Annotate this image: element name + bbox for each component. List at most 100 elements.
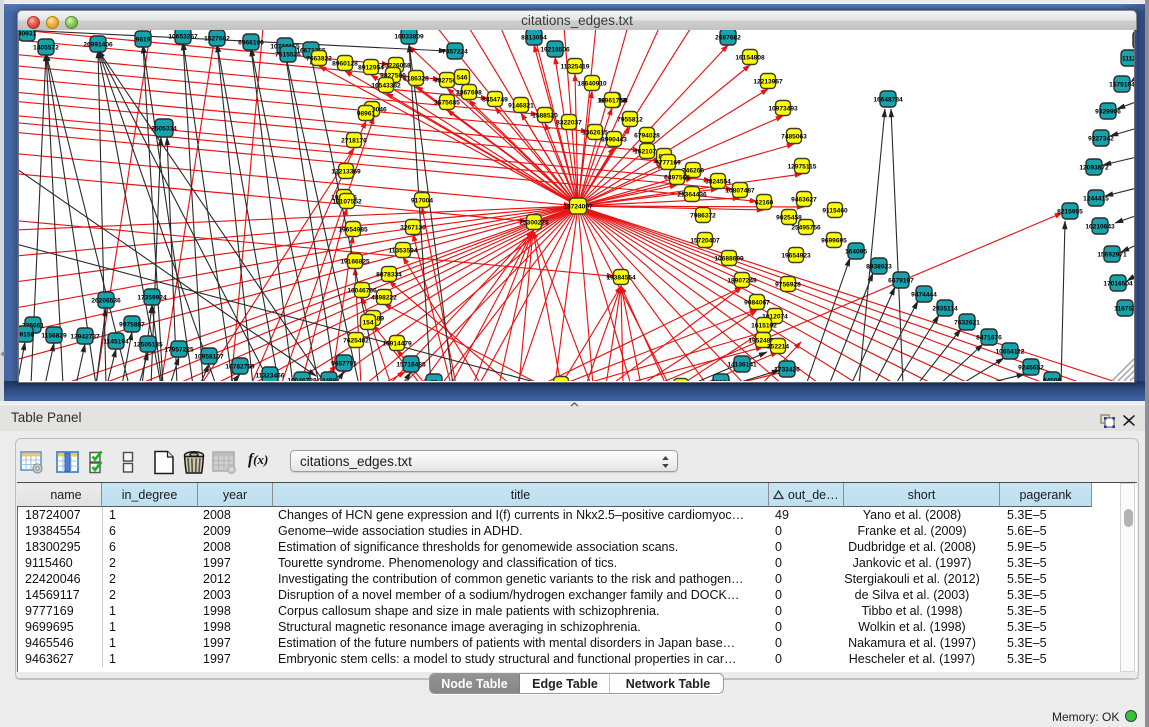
svg-text:8878334: 8878334 (376, 271, 402, 278)
svg-text:9245652: 9245652 (1018, 364, 1044, 371)
svg-text:9756928: 9756928 (775, 281, 801, 288)
svg-text:12213369: 12213369 (331, 168, 361, 175)
svg-text:26991406: 26991406 (83, 41, 113, 48)
svg-text:12505135: 12505135 (133, 341, 163, 348)
svg-text:8322037: 8322037 (556, 119, 582, 126)
svg-text:116753: 116753 (1114, 305, 1135, 312)
svg-text:8215955: 8215955 (1057, 208, 1083, 215)
svg-text:15716485: 15716485 (396, 361, 426, 368)
svg-text:9463627: 9463627 (791, 196, 817, 203)
svg-text:1527602: 1527602 (204, 35, 230, 42)
svg-text:12213967: 12213967 (753, 78, 783, 85)
svg-text:9025458: 9025458 (776, 214, 802, 221)
svg-text:16543382: 16543382 (371, 82, 401, 89)
svg-text:9227342: 9227342 (1088, 135, 1114, 142)
svg-text:154: 154 (362, 319, 373, 326)
svg-text:8186328: 8186328 (403, 75, 429, 82)
svg-text:6966160: 6966160 (238, 39, 264, 46)
svg-text:9329906: 9329906 (1095, 108, 1121, 115)
svg-text:10046738: 10046738 (287, 377, 317, 381)
svg-text:19166825: 19166825 (340, 258, 370, 265)
svg-text:26206536: 26206536 (91, 297, 121, 304)
svg-text:9474444: 9474444 (911, 291, 937, 298)
svg-text:98961: 98961 (357, 110, 376, 117)
svg-text:95154: 95154 (712, 379, 731, 381)
svg-text:917004: 917004 (411, 197, 433, 204)
svg-text:11323466: 11323466 (256, 372, 285, 379)
svg-text:25300275: 25300275 (519, 219, 549, 226)
svg-text:12942737: 12942737 (70, 333, 100, 340)
svg-text:2718176: 2718176 (341, 137, 367, 144)
svg-text:16782759: 16782759 (225, 363, 255, 370)
svg-text:19218506: 19218506 (540, 46, 570, 53)
svg-text:1588520: 1588520 (532, 112, 558, 119)
svg-text:1733426: 1733426 (774, 366, 800, 373)
svg-text:11325419: 11325419 (561, 63, 590, 70)
svg-text:12093872: 12093872 (1079, 164, 1109, 171)
svg-text:546: 546 (456, 74, 467, 81)
svg-text:17359924: 17359924 (137, 294, 167, 301)
svg-text:80931: 80931 (19, 30, 36, 37)
svg-text:8990443: 8990443 (601, 136, 627, 143)
svg-text:10046766: 10046766 (347, 287, 377, 294)
svg-text:3267130: 3267130 (400, 224, 426, 231)
svg-text:8960128: 8960128 (332, 60, 358, 67)
svg-text:7357224: 7357224 (442, 48, 468, 55)
svg-text:25495756: 25495756 (791, 224, 821, 231)
svg-text:7986372: 7986372 (690, 212, 716, 219)
svg-text:3575685: 3575685 (434, 99, 460, 106)
svg-text:1244415: 1244415 (1083, 195, 1109, 202)
svg-text:16961758: 16961758 (597, 97, 627, 104)
svg-text:15692971: 15692971 (1097, 251, 1127, 258)
svg-text:18724007: 18724007 (563, 203, 593, 210)
svg-text:7515526: 7515526 (275, 51, 301, 58)
svg-text:85: 85 (430, 379, 438, 381)
svg-text:21364436: 21364436 (677, 191, 707, 198)
svg-text:16107552: 16107552 (332, 198, 362, 205)
svg-text:16210643: 16210643 (1085, 223, 1115, 230)
svg-text:164095: 164095 (845, 248, 867, 255)
svg-text:19384554: 19384554 (606, 274, 636, 281)
svg-text:6794028: 6794028 (634, 132, 660, 139)
svg-text:2867608: 2867608 (456, 89, 482, 96)
svg-text:10653267: 10653267 (168, 33, 198, 40)
svg-text:18640910: 18640910 (577, 80, 607, 87)
svg-text:10654112: 10654112 (996, 348, 1025, 355)
svg-text:8471676: 8471676 (976, 334, 1002, 341)
svg-text:1145194: 1145194 (103, 338, 129, 345)
svg-text:8912954: 8912954 (358, 64, 384, 71)
svg-text:11353594: 11353594 (389, 247, 418, 254)
svg-text:6497568: 6497568 (664, 174, 690, 181)
svg-text:1362615: 1362615 (582, 129, 608, 136)
svg-text:2505334: 2505334 (151, 125, 177, 132)
svg-text:1615192: 1615192 (751, 322, 777, 329)
svg-text:1156829: 1156829 (41, 332, 67, 339)
svg-text:10807487: 10807487 (725, 187, 755, 194)
svg-text:8454749: 8454749 (482, 96, 508, 103)
svg-text:1112: 1112 (1122, 55, 1135, 62)
svg-text:4498222: 4498222 (371, 294, 397, 301)
svg-text:10688609: 10688609 (714, 255, 744, 262)
svg-text:9084067: 9084067 (744, 299, 770, 306)
svg-text:6679197: 6679197 (888, 277, 914, 284)
svg-text:9146821: 9146821 (508, 102, 534, 109)
svg-text:2687682: 2687682 (715, 34, 741, 41)
svg-text:7663822: 7663822 (306, 55, 332, 62)
svg-text:8938923: 8938923 (866, 263, 892, 270)
svg-text:16648784: 16648784 (873, 96, 903, 103)
svg-text:7632621: 7632621 (954, 319, 980, 326)
svg-text:9699695: 9699695 (821, 237, 847, 244)
svg-text:39156: 39156 (19, 331, 34, 338)
svg-text:14136141: 14136141 (727, 361, 757, 368)
svg-text:9777169: 9777169 (655, 159, 681, 166)
svg-text:9975887: 9975887 (119, 321, 145, 328)
svg-text:16154808: 16154808 (735, 54, 765, 61)
svg-text:1405572: 1405572 (33, 44, 59, 51)
svg-text:1575104: 1575104 (1109, 81, 1135, 88)
svg-text:18907249: 18907249 (727, 277, 757, 284)
svg-text:7625402: 7625402 (343, 337, 369, 344)
svg-text:17957225: 17957225 (164, 346, 194, 353)
svg-text:9657791: 9657791 (331, 360, 357, 367)
svg-text:12975115: 12975115 (788, 163, 817, 170)
svg-text:62160: 62160 (755, 199, 774, 206)
